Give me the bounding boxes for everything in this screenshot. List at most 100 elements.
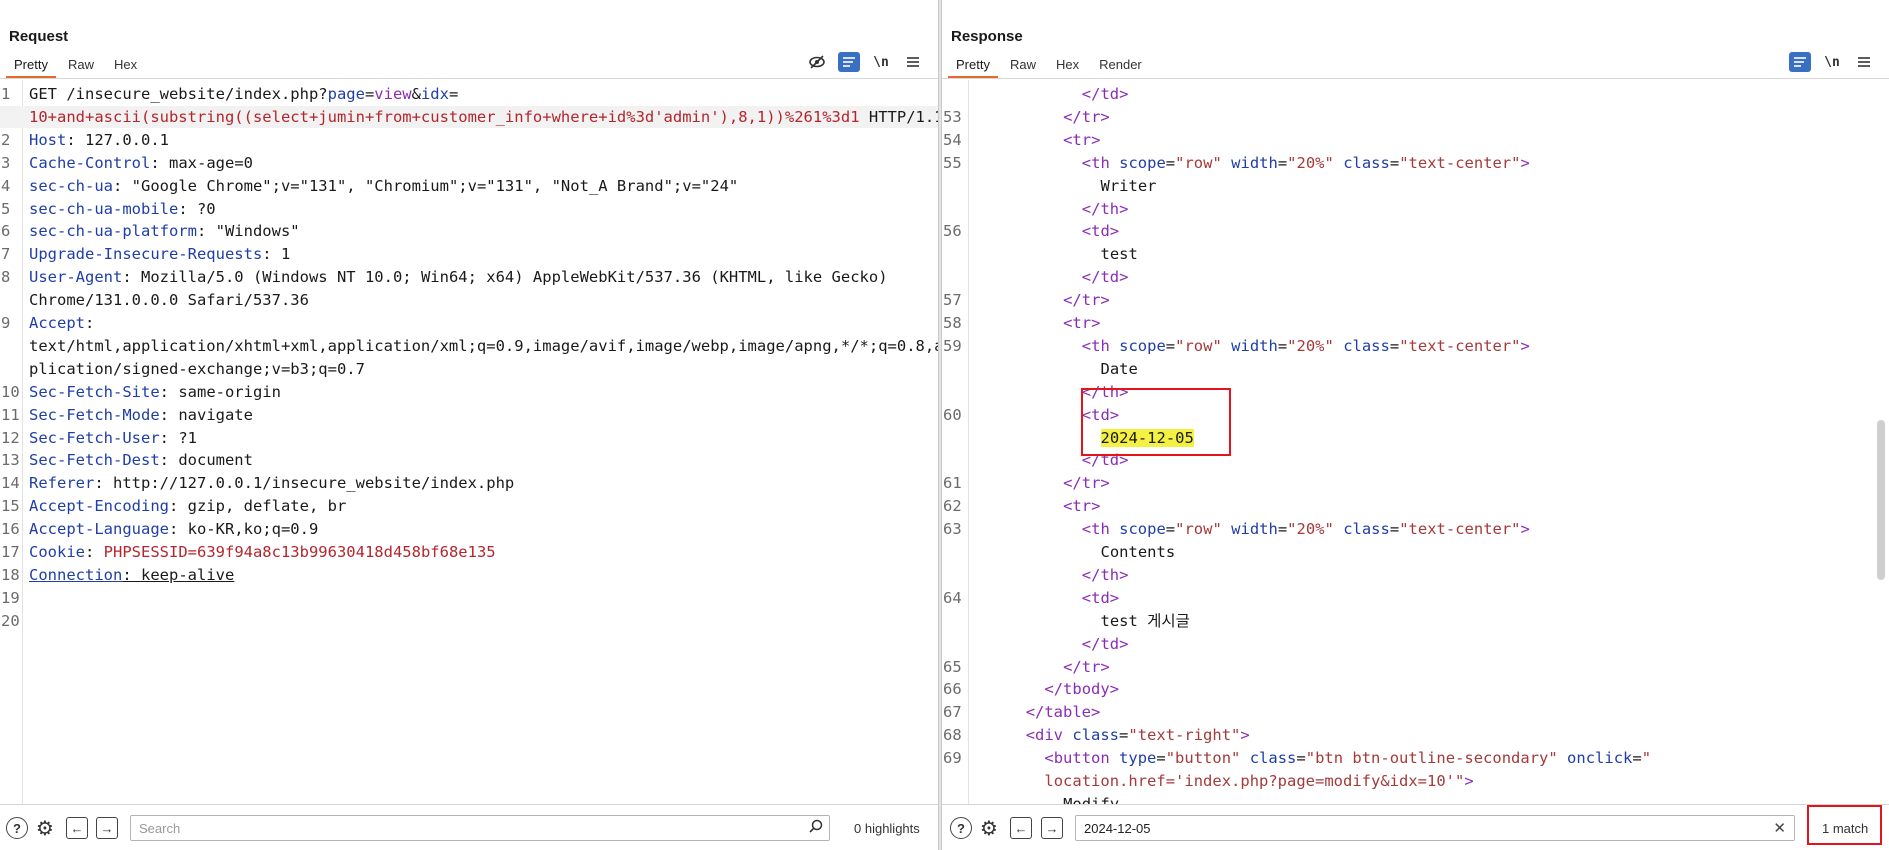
line-number: 3 [1,153,11,172]
code-text: <button type="button" class="btn btn-out… [1044,747,1651,769]
code-token: : Mozilla/5.0 (Windows NT 10.0; Win64; x… [122,268,888,287]
code-token: scope [1119,520,1166,539]
code-token: </tbody> [1044,680,1120,699]
response-line: 69 <button type="button" class="btn btn-o… [942,747,1889,769]
match-count: 1 match [1822,821,1869,836]
request-tab-pretty[interactable]: Pretty [4,56,58,78]
word-wrap-icon[interactable] [1789,52,1811,72]
request-search-box[interactable] [130,815,830,841]
code-token: "row" [1175,336,1222,355]
code-token: = [364,85,375,103]
highlights-count: 0 highlights [854,821,920,836]
code-text: Sec-Fetch-User: ?1 [29,427,197,449]
date-highlight-box [1081,388,1231,456]
request-tab-raw[interactable]: Raw [58,56,104,78]
help-icon[interactable]: ? [6,817,28,839]
code-text: User-Agent: Mozilla/5.0 (Windows NT 10.0… [29,266,888,288]
code-token: = [1277,520,1288,539]
line-number: 59 [943,336,962,355]
code-text: sec-ch-ua-mobile: ?0 [29,198,216,220]
code-token: = [1389,520,1400,539]
line-number: 20 [1,611,20,630]
response-line: 64 <td> [942,587,1889,609]
request-line: 3 Cache-Control: max-age=0 [0,152,938,174]
code-token: </tr> [1063,291,1110,310]
code-token: plication/signed-exchange;v=b3;q=0.7 [29,359,365,378]
menu-icon[interactable] [902,52,924,72]
back-arrow-icon[interactable]: ← [66,817,88,839]
code-token: : 1 [262,245,291,264]
code-token: > [1520,153,1530,172]
search-icon[interactable] [809,819,823,836]
response-tab-raw[interactable]: Raw [1000,56,1046,78]
response-line: 63 <th scope="row" width="20%" class="tex… [942,518,1889,540]
response-tab-hex[interactable]: Hex [1046,56,1089,78]
response-line: Modify [942,793,1889,804]
request-search-input[interactable] [139,819,315,837]
word-wrap-icon[interactable] [838,52,860,72]
response-search-box[interactable]: ✕ [1075,815,1795,841]
forward-arrow-icon[interactable]: → [1041,817,1063,839]
line-number: 10 [1,382,20,401]
clear-icon[interactable]: ✕ [1773,819,1786,837]
code-text: <th scope="row" width="20%" class="text-… [1082,518,1530,540]
request-editor[interactable]: 1 GET /insecure_website/index.php?page=vi… [0,80,938,804]
newline-icon[interactable]: \n [870,52,892,72]
back-arrow-icon[interactable]: ← [1010,817,1032,839]
code-token: class [1343,336,1390,355]
request-line: 14 Referer: http://127.0.0.1/insecure_web… [0,472,938,494]
help-icon[interactable]: ? [950,817,972,839]
code-token: "row" [1175,153,1222,172]
line-number: 54 [943,130,962,149]
request-line: 8 User-Agent: Mozilla/5.0 (Windows NT 10.… [0,266,938,288]
settings-icon[interactable]: ⚙ [978,817,1000,840]
code-token: : [85,543,104,561]
newline-icon[interactable]: \n [1821,52,1843,72]
response-line: Date [942,358,1889,380]
request-tab-hex[interactable]: Hex [104,56,147,78]
response-tab-render[interactable]: Render [1089,56,1152,78]
code-token: Writer [1100,176,1157,195]
code-token: : navigate [159,405,253,424]
code-text: <div class="text-right"> [1026,724,1250,746]
response-line: 59 <th scope="row" width="20%" class="tex… [942,335,1889,357]
code-token: HTTP/1.1 [859,107,938,126]
request-line: 13 Sec-Fetch-Dest: document [0,449,938,471]
line-number: 64 [943,588,962,607]
menu-icon[interactable] [1853,52,1875,72]
line-number: 57 [943,291,962,310]
line-number: 15 [1,497,20,516]
response-search-input[interactable] [1084,819,1260,837]
code-text: </tr> [1063,472,1110,494]
code-text: test 게시글 [1101,610,1190,632]
code-token: Sec-Fetch-Mode [29,405,160,424]
line-number: 53 [943,107,962,126]
line-number: 17 [1,543,20,561]
response-line: 61 </tr> [942,472,1889,494]
response-line: 55 <th scope="row" width="20%" class="tex… [942,152,1889,174]
request-line: plication/signed-exchange;v=b3;q=0.7 [0,358,938,380]
code-token: : gzip, deflate, br [168,497,347,516]
settings-icon[interactable]: ⚙ [34,817,56,840]
line-number: 63 [943,520,962,539]
response-tab-pretty[interactable]: Pretty [946,56,1000,78]
request-line: 1 GET /insecure_website/index.php?page=vi… [0,83,938,105]
code-text: Modify [1063,793,1119,804]
request-line: 2 Host: 127.0.0.1 [0,129,938,151]
code-text: </tr> [1063,106,1110,128]
code-text: test [1101,243,1138,265]
line-number: 58 [943,314,962,332]
code-token: sec-ch-ua-mobile [29,199,179,218]
code-token: : max-age=0 [150,153,253,172]
forward-arrow-icon[interactable]: → [96,817,118,839]
code-text: <td> [1082,587,1119,609]
code-token: Referer [29,474,95,493]
hide-nonprintable-icon[interactable] [806,52,828,72]
request-line: 20 [0,610,938,632]
code-token: </table> [1025,703,1101,722]
request-line: 9 Accept: [0,312,938,334]
